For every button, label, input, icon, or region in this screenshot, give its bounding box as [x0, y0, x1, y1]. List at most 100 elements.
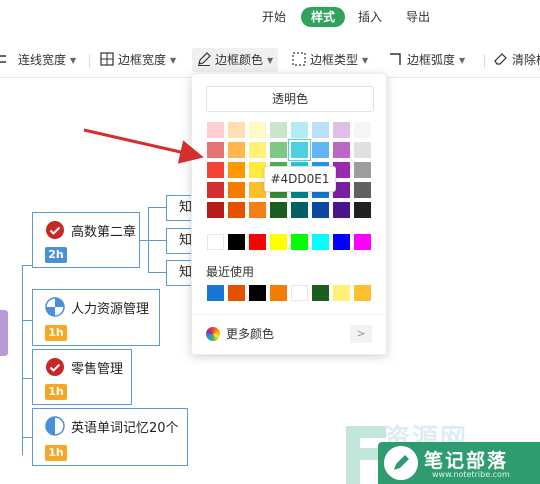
tab-export[interactable]: 导出 — [406, 7, 430, 27]
color-swatch[interactable] — [270, 285, 287, 301]
color-swatch[interactable] — [249, 122, 266, 138]
color-swatch[interactable] — [228, 162, 245, 178]
color-swatch[interactable] — [289, 140, 310, 160]
color-swatch[interactable] — [207, 142, 224, 158]
connector-line — [22, 265, 32, 266]
duration-tag: 1h — [45, 445, 67, 461]
color-swatch[interactable] — [207, 234, 224, 250]
color-swatch[interactable] — [312, 142, 329, 158]
border-color-button[interactable]: 边框颜色 ▼ — [192, 48, 279, 72]
half-circle-icon — [45, 416, 65, 436]
node-title: 人力资源管理 — [71, 302, 150, 317]
color-wheel-icon — [206, 327, 220, 341]
watermark-url: www.notetribe.com — [432, 470, 510, 479]
color-swatch[interactable] — [228, 234, 245, 250]
check-circle-icon — [46, 358, 64, 376]
more-colors-label: 更多颜色 — [226, 327, 275, 341]
border-width-button[interactable]: 边框宽度 ▼ — [100, 48, 176, 72]
color-swatch[interactable] — [207, 285, 224, 301]
mindmap-node[interactable]: 人力资源管理 1h — [32, 289, 160, 346]
connector-line — [22, 265, 23, 455]
transparent-color-button[interactable]: 透明色 — [206, 86, 374, 112]
color-swatch[interactable] — [354, 122, 371, 138]
chevron-down-icon: ▼ — [267, 56, 274, 65]
pencil-logo-icon — [384, 446, 418, 480]
node-title: 英语单词记忆20个 — [71, 421, 179, 436]
pen-icon — [198, 52, 211, 66]
color-swatch[interactable] — [207, 122, 224, 138]
color-swatch[interactable] — [270, 122, 287, 138]
border-type-button[interactable]: 边框类型 ▼ — [292, 48, 368, 72]
chevron-down-icon: ▼ — [459, 56, 466, 65]
color-swatch[interactable] — [333, 122, 350, 138]
color-swatch[interactable] — [270, 234, 287, 250]
check-circle-icon — [46, 221, 64, 239]
connector-line — [148, 272, 166, 273]
color-swatch[interactable] — [207, 162, 224, 178]
color-swatch[interactable] — [312, 285, 329, 301]
color-swatch[interactable] — [228, 122, 245, 138]
half-pie-icon — [45, 297, 65, 317]
root-node-edge[interactable] — [0, 310, 8, 356]
chevron-down-icon: ▼ — [170, 56, 177, 65]
color-swatch[interactable] — [354, 285, 371, 301]
color-swatch[interactable] — [354, 142, 371, 158]
mindmap-node[interactable]: 英语单词记忆20个 1h — [32, 408, 188, 466]
color-swatch[interactable] — [312, 122, 329, 138]
duration-tag: 1h — [45, 325, 67, 341]
color-swatch[interactable] — [207, 202, 224, 218]
color-swatch[interactable] — [291, 202, 308, 218]
recent-colors-label: 最近使用 — [206, 265, 255, 279]
color-swatch[interactable] — [354, 234, 371, 250]
line-width-button[interactable]: 连线宽度 ▼ — [0, 48, 76, 72]
color-swatch[interactable] — [333, 285, 350, 301]
color-swatch[interactable] — [249, 202, 266, 218]
color-swatch[interactable] — [249, 285, 266, 301]
color-swatch[interactable] — [291, 285, 308, 301]
border-color-label: 边框颜色 — [215, 53, 264, 67]
color-swatch[interactable] — [291, 234, 308, 250]
tab-insert[interactable]: 插入 — [358, 7, 382, 27]
color-swatch[interactable] — [249, 234, 266, 250]
color-swatch[interactable] — [354, 162, 371, 178]
color-swatch[interactable] — [228, 142, 245, 158]
color-swatch[interactable] — [228, 182, 245, 198]
border-width-icon — [100, 52, 114, 66]
toolbar-divider — [484, 54, 485, 68]
border-radius-button[interactable]: 边框弧度 ▼ — [389, 48, 465, 72]
color-swatch[interactable] — [249, 142, 266, 158]
color-swatch[interactable] — [333, 234, 350, 250]
tab-style[interactable]: 样式 — [301, 7, 346, 27]
connector-line — [148, 240, 166, 241]
color-swatch[interactable] — [333, 202, 350, 218]
color-swatch[interactable] — [354, 182, 371, 198]
clear-style-label: 清除样 — [512, 53, 540, 67]
connector-line — [140, 240, 148, 241]
clear-style-button[interactable]: 清除样 — [494, 48, 540, 72]
connector-line — [22, 437, 32, 438]
mindmap-node[interactable]: 零售管理 1h — [32, 349, 132, 405]
tab-start[interactable]: 开始 — [262, 7, 286, 27]
connector-line — [22, 378, 32, 379]
connector-line — [22, 320, 32, 321]
color-swatch[interactable] — [354, 202, 371, 218]
duration-tag: 1h — [45, 384, 67, 400]
eraser-icon — [494, 53, 507, 65]
top-tab-bar: 开始 样式 插入 导出 — [0, 0, 540, 34]
color-swatch[interactable] — [270, 142, 287, 158]
color-swatch[interactable] — [312, 202, 329, 218]
color-swatch[interactable] — [228, 285, 245, 301]
color-swatch[interactable] — [270, 202, 287, 218]
mindmap-node[interactable]: 高数第二章 2h — [32, 212, 140, 268]
chevron-right-icon[interactable]: > — [350, 325, 372, 343]
color-swatch[interactable] — [333, 142, 350, 158]
more-colors-button[interactable]: 更多颜色 — [206, 325, 274, 343]
border-width-label: 边框宽度 — [118, 53, 167, 67]
divider — [192, 314, 388, 315]
line-width-icon — [0, 55, 6, 63]
node-title: 高数第二章 — [71, 225, 137, 240]
color-swatch[interactable] — [207, 182, 224, 198]
color-swatch[interactable] — [291, 122, 308, 138]
color-swatch[interactable] — [228, 202, 245, 218]
color-swatch[interactable] — [312, 234, 329, 250]
